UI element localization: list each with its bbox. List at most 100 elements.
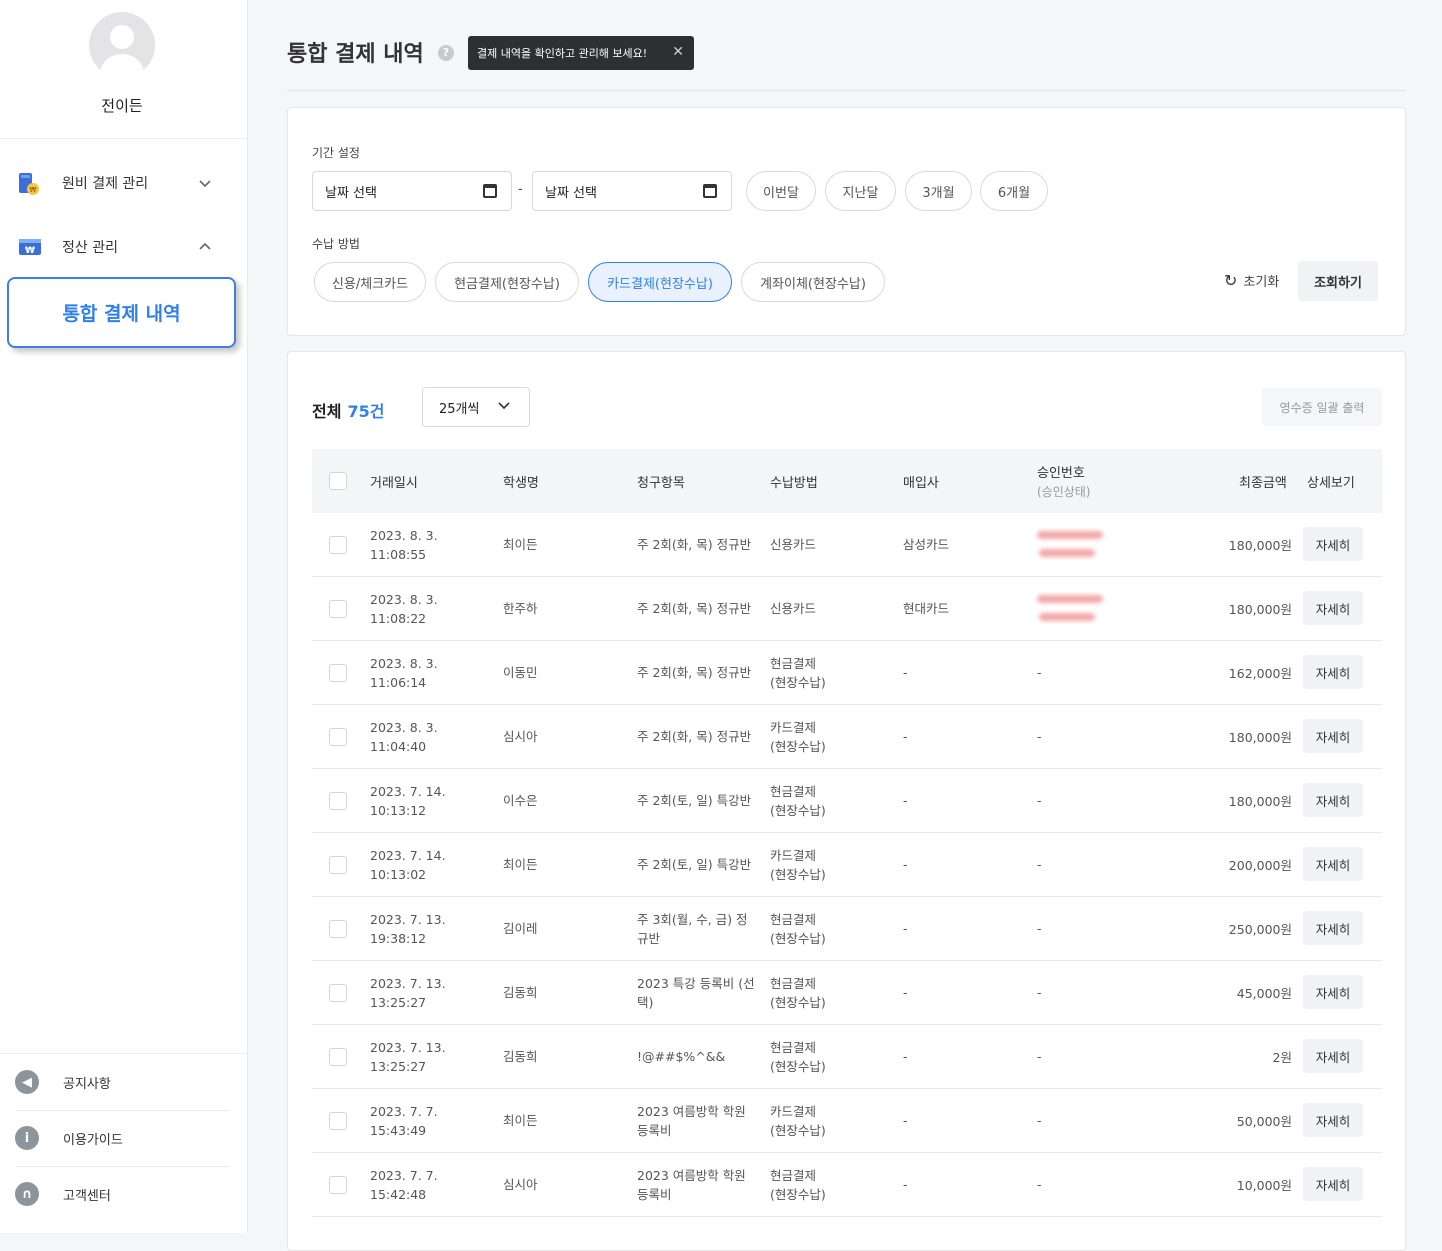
table-row[interactable]: 2023. 8. 3. 11:08:55 최이든 주 2회(화, 목) 정규반 신용카드… [312, 513, 1382, 577]
sidebar-guide[interactable]: i 이용가이드 [15, 1110, 230, 1166]
detail-button[interactable]: 자세히 [1303, 783, 1363, 817]
detail-button[interactable]: 자세히 [1303, 719, 1363, 753]
student-name: 최이든 [503, 537, 538, 552]
col-method[interactable]: 수납방법 [770, 472, 818, 491]
total-count: 전체 75건 [312, 398, 384, 422]
transaction-date: 2023. 8. 3. [370, 720, 438, 735]
payment-method-line1: 현금결제 [770, 1168, 817, 1183]
select-all-checkbox[interactable] [329, 472, 347, 490]
method-cash-onsite-button[interactable]: 현금결제(현장수납) [435, 262, 579, 302]
row-checkbox[interactable] [329, 856, 347, 874]
row-checkbox[interactable] [329, 792, 347, 810]
detail-button[interactable]: 자세히 [1303, 975, 1363, 1009]
student-name: 심시아 [503, 1177, 538, 1192]
table-row[interactable]: 2023. 7. 13. 13:25:27 김동희 2023 특강 등록비 (선 택) 현… [312, 961, 1382, 1025]
method-credit-card-button[interactable]: 신용/체크카드 [314, 262, 426, 302]
close-icon[interactable]: ✕ [672, 44, 684, 60]
transaction-date: 2023. 7. 14. [370, 848, 446, 863]
sidebar-notice[interactable]: ◀ 공지사항 [15, 1054, 230, 1110]
table-row[interactable]: 2023. 7. 7. 15:43:49 최이든 2023 여름방학 학원 등록비 카드결… [312, 1089, 1382, 1153]
range-6-months-button[interactable]: 6개월 [980, 171, 1048, 211]
detail-button[interactable]: 자세히 [1303, 655, 1363, 689]
start-date-placeholder: 날짜 선택 [325, 185, 377, 201]
detail-button[interactable]: 자세히 [1303, 591, 1363, 625]
payment-method-line1: 현금결제 [770, 656, 817, 671]
row-checkbox[interactable] [329, 1112, 347, 1130]
payment-method-line1: 신용카드 [770, 537, 817, 552]
table-row[interactable]: 2023. 7. 14. 10:13:02 최이든 주 2회(토, 일) 특강반 카드결… [312, 833, 1382, 897]
detail-button[interactable]: 자세히 [1303, 847, 1363, 881]
settlement-icon: ₩ [18, 236, 41, 258]
range-this-month-button[interactable]: 이번달 [746, 171, 816, 211]
method-transfer-onsite-button[interactable]: 계좌이체(현장수납) [741, 262, 885, 302]
col-student[interactable]: 학생명 [503, 472, 539, 491]
table-row[interactable]: 2023. 7. 7. 15:42:48 심시아 2023 여름방학 학원 등록비 현금결… [312, 1153, 1382, 1217]
col-approval-sub: (승인상태) [1037, 485, 1091, 499]
reset-button[interactable]: ↻ 초기화 [1224, 271, 1279, 290]
transaction-datetime: 2023. 7. 13. 13:25:27 [370, 1038, 446, 1076]
start-date-input[interactable]: 날짜 선택 [312, 171, 512, 211]
row-checkbox[interactable] [329, 728, 347, 746]
detail-button[interactable]: 자세히 [1303, 1167, 1363, 1201]
sidebar-support[interactable]: ∩ 고객센터 [15, 1166, 230, 1222]
approval-number: - [1037, 985, 1042, 1000]
student-name: 최이든 [503, 857, 538, 872]
col-datetime[interactable]: 거래일시 [370, 472, 418, 491]
payment-method-line1: 카드결제 [770, 1104, 817, 1119]
col-acquirer[interactable]: 매입사 [903, 472, 939, 491]
detail-button[interactable]: 자세히 [1303, 1103, 1363, 1137]
col-item[interactable]: 청구항목 [637, 472, 685, 491]
sidebar-item-integrated-payments[interactable]: 통합 결제 내역 [7, 277, 236, 348]
calendar-icon [703, 184, 717, 198]
end-date-input[interactable]: 날짜 선택 [532, 171, 732, 211]
final-amount: 2원 [1272, 1050, 1292, 1065]
col-approval[interactable]: 승인번호 (승인상태) [1037, 462, 1091, 500]
bulk-receipt-button[interactable]: 영수증 일괄 출력 [1262, 388, 1382, 426]
row-checkbox[interactable] [329, 984, 347, 1002]
sidebar-notice-label: 공지사항 [63, 1076, 111, 1092]
detail-button[interactable]: 자세히 [1303, 527, 1363, 561]
tuition-icon: ₩ [18, 172, 40, 195]
row-checkbox[interactable] [329, 920, 347, 938]
chevron-down-icon [497, 398, 511, 412]
table-row[interactable]: 2023. 8. 3. 11:08:22 한주하 주 2회(화, 목) 정규반 신용카드… [312, 577, 1382, 641]
student-name: 한주하 [503, 601, 538, 616]
table-row[interactable]: 2023. 7. 13. 13:25:27 김동희 !@##$%^&& 현금결제 (현장수… [312, 1025, 1382, 1089]
row-checkbox[interactable] [329, 1176, 347, 1194]
table-row[interactable]: 2023. 7. 14. 10:13:12 이수은 주 2회(토, 일) 특강반 현금결… [312, 769, 1382, 833]
payment-method: 신용카드 [770, 535, 816, 554]
row-checkbox[interactable] [329, 1048, 347, 1066]
search-button[interactable]: 조회하기 [1298, 261, 1378, 301]
payment-method: 현금결제 (현장수납) [770, 782, 826, 820]
table-row[interactable]: 2023. 8. 3. 11:04:40 심시아 주 2회(화, 목) 정규반 카드결제… [312, 705, 1382, 769]
detail-button[interactable]: 자세히 [1303, 911, 1363, 945]
svg-text:₩: ₩ [25, 246, 35, 256]
transaction-time: 11:04:40 [370, 739, 427, 754]
avatar-body [100, 54, 144, 78]
row-checkbox[interactable] [329, 536, 347, 554]
range-last-month-button[interactable]: 지난달 [825, 171, 896, 211]
method-card-onsite-button[interactable]: 카드결제(현장수납) [588, 262, 732, 302]
sidebar-menu-settlement[interactable]: ₩ 정산 관리 [18, 233, 228, 261]
avatar-head [110, 25, 134, 49]
range-3-months-button[interactable]: 3개월 [905, 171, 972, 211]
billing-item: 주 2회(화, 목) 정규반 [637, 535, 751, 554]
help-icon[interactable]: ? [438, 45, 454, 61]
final-amount: 45,000원 [1236, 986, 1292, 1001]
payment-list-panel: 전체 75건 25개씩 영수증 일괄 출력 거래일시 학생명 청구항목 수납방법 … [287, 351, 1406, 1251]
approval-number: - [1037, 1049, 1042, 1064]
row-checkbox[interactable] [329, 664, 347, 682]
table-row[interactable]: 2023. 8. 3. 11:06:14 이동민 주 2회(화, 목) 정규반 현금결제… [312, 641, 1382, 705]
row-checkbox[interactable] [329, 600, 347, 618]
billing-item-line1: 2023 여름방학 학원 [637, 1104, 746, 1119]
col-amount[interactable]: 최종금액 [1239, 472, 1287, 491]
sidebar-menu-tuition[interactable]: ₩ 원비 결제 관리 [18, 169, 228, 197]
acquirer: - [903, 921, 908, 936]
per-page-select[interactable]: 25개씩 [422, 387, 530, 427]
detail-button[interactable]: 자세히 [1303, 1039, 1363, 1073]
acquirer: - [903, 1113, 908, 1128]
table-row[interactable]: 2023. 7. 13. 19:38:12 김이레 주 3회(월, 수, 금) 정 규반… [312, 897, 1382, 961]
payment-method: 현금결제 (현장수납) [770, 1038, 826, 1076]
avatar[interactable] [89, 12, 155, 78]
megaphone-icon: ◀ [15, 1070, 39, 1094]
